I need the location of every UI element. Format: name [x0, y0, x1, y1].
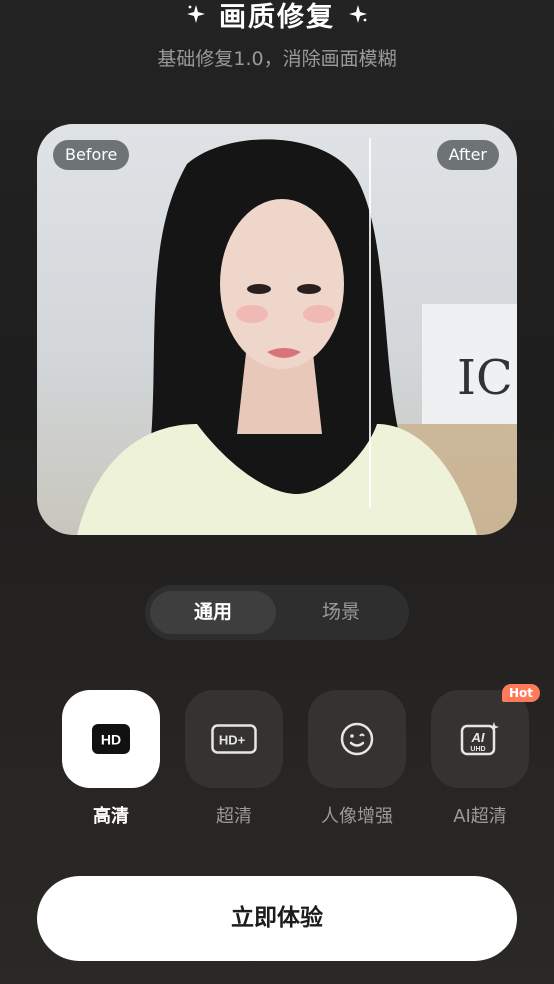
svg-text:AI: AI: [471, 730, 485, 745]
tab-general[interactable]: 通用: [150, 591, 276, 634]
svg-text:UHD: UHD: [470, 746, 485, 753]
try-now-button[interactable]: 立即体验: [37, 876, 517, 961]
hd-icon: HD: [92, 724, 130, 754]
ai-uhd-icon: AI UHD: [460, 722, 499, 756]
svg-text:IC: IC: [457, 350, 513, 406]
svg-text:HD: HD: [101, 732, 121, 748]
option-tile[interactable]: [308, 690, 406, 788]
option-label: AI超清: [453, 806, 507, 827]
page-subtitle: 基础修复1.0，消除画面模糊: [157, 48, 397, 70]
option-hd[interactable]: HD 高清: [62, 690, 160, 828]
option-tile[interactable]: HD+: [185, 690, 283, 788]
sparkle-icon: [349, 5, 367, 23]
before-badge: Before: [53, 140, 130, 170]
compare-divider[interactable]: [369, 138, 371, 508]
after-badge: After: [436, 140, 499, 170]
option-label: 超清: [216, 806, 252, 827]
option-label: 人像增强: [321, 806, 393, 827]
face-icon: [340, 722, 374, 756]
hot-badge: Hot: [502, 684, 541, 702]
option-portrait-enhance[interactable]: 人像增强: [308, 690, 406, 828]
page-title: 画质修复: [219, 1, 335, 33]
app-screen: 画质修复 基础修复1.0，消除画面模糊 IC Before After 通用 场…: [0, 0, 554, 984]
svg-text:HD+: HD+: [219, 733, 246, 748]
title-row: 画质修复: [0, 0, 554, 36]
before-after-preview[interactable]: IC Before After: [37, 124, 517, 535]
sparkle-icon: [187, 5, 205, 23]
option-tile[interactable]: AI UHD: [431, 690, 529, 788]
portrait-image: IC: [77, 139, 517, 535]
option-ai-uhd[interactable]: AI UHD Hot AI超清: [431, 684, 541, 828]
mode-segmented-control: 通用 场景: [145, 585, 409, 640]
option-tile[interactable]: HD: [62, 690, 160, 788]
option-super-hd[interactable]: HD+ 超清: [185, 690, 283, 828]
tab-scene[interactable]: 场景: [278, 591, 404, 634]
hd-plus-icon: HD+: [211, 724, 257, 754]
option-label: 高清: [93, 806, 129, 827]
